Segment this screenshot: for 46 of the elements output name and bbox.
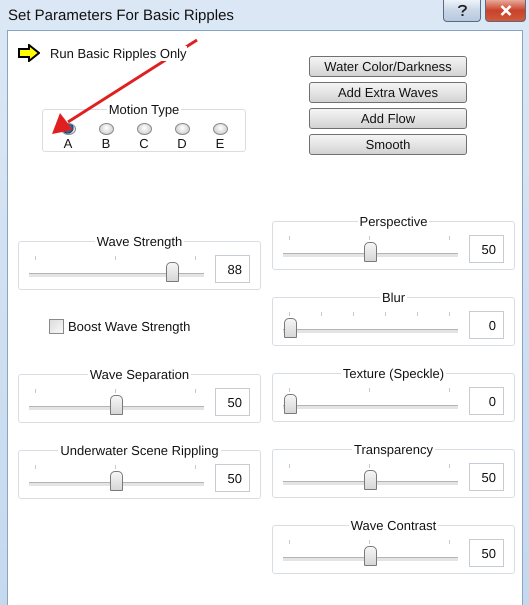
- radio-label: A: [64, 136, 72, 151]
- value-field[interactable]: 88: [215, 255, 250, 283]
- group-label: Underwater Scene Rippling: [58, 443, 221, 458]
- help-icon: [458, 4, 466, 17]
- group-label: Wave Strength: [94, 234, 184, 249]
- value-field[interactable]: 0: [469, 387, 504, 415]
- radio-label: E: [216, 136, 224, 151]
- value-field[interactable]: 50: [469, 463, 504, 491]
- slider-thumb[interactable]: [364, 546, 377, 566]
- radio-button[interactable]: [212, 123, 228, 135]
- window-title: Set Parameters For Basic Ripples: [8, 7, 235, 24]
- radio-label: D: [177, 136, 187, 151]
- action-button[interactable]: Add Extra Waves: [309, 82, 467, 103]
- group-label: Wave Separation: [88, 367, 192, 382]
- radio-label: B: [102, 136, 110, 151]
- group-label: Transparency: [352, 442, 435, 457]
- radio-button[interactable]: [174, 123, 190, 135]
- close-button[interactable]: [485, 0, 526, 22]
- run-label: Run Basic Ripples Only: [50, 46, 187, 60]
- slider-thumb[interactable]: [364, 242, 377, 262]
- radio-button[interactable]: [136, 123, 152, 135]
- value-field[interactable]: 0: [469, 311, 504, 339]
- group-label: Texture (Speckle): [340, 366, 446, 381]
- radio-label: C: [139, 136, 149, 151]
- action-button[interactable]: Add Flow: [309, 108, 467, 129]
- action-button[interactable]: Water Color/Darkness: [309, 56, 467, 77]
- action-button[interactable]: Smooth: [309, 134, 467, 155]
- slider-thumb[interactable]: [166, 262, 179, 282]
- radio-button[interactable]: [98, 123, 114, 135]
- slider-thumb[interactable]: [110, 395, 123, 415]
- close-icon: [500, 5, 512, 16]
- value-field[interactable]: 50: [215, 388, 250, 416]
- checkbox[interactable]: [49, 318, 64, 334]
- arrow-right-icon: [18, 44, 40, 62]
- checkbox-label: Boost Wave Strength: [68, 318, 190, 334]
- slider-thumb[interactable]: [364, 470, 377, 490]
- group-label: Perspective: [358, 214, 430, 229]
- slider-thumb[interactable]: [284, 394, 297, 414]
- slider-thumb[interactable]: [110, 471, 123, 491]
- help-button[interactable]: [443, 0, 481, 22]
- value-field[interactable]: 50: [469, 539, 504, 567]
- value-field[interactable]: 50: [215, 464, 250, 492]
- group-label: Wave Contrast: [348, 518, 438, 533]
- slider-thumb[interactable]: [284, 318, 297, 338]
- value-field[interactable]: 50: [469, 235, 504, 263]
- group-label: Motion Type: [106, 102, 182, 117]
